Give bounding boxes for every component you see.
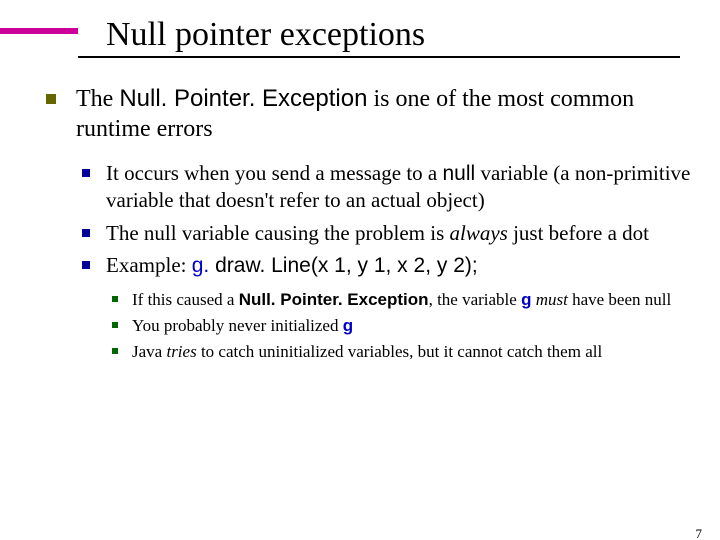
text: just before a dot: [508, 221, 649, 245]
title-bar: Null pointer exceptions: [0, 14, 720, 54]
title-accent: [0, 28, 78, 40]
code-text: Null. Pointer. Exception: [119, 85, 367, 112]
text: The null variable causing the problem is: [106, 221, 450, 245]
list-item: You probably never initialized g: [106, 315, 692, 337]
bullet-list-lvl3: If this caused a Null. Pointer. Exceptio…: [106, 289, 692, 363]
accent-bar: [0, 28, 78, 34]
list-item: Example: g. draw. Line(x 1, y 1, x 2, y …: [76, 252, 692, 364]
page-number: 7: [696, 526, 703, 540]
emphasis-text: always: [450, 221, 508, 245]
text: You probably never initialized: [132, 316, 343, 335]
list-item: It occurs when you send a message to a n…: [76, 160, 692, 214]
text: Example:: [106, 253, 192, 277]
title-underline: [78, 56, 680, 58]
text: Java: [132, 342, 166, 361]
code-text: null: [442, 162, 475, 185]
text: , the variable: [429, 290, 522, 309]
text: If this caused a: [132, 290, 239, 309]
text: It occurs when you send a message to a: [106, 161, 442, 185]
code-var: g: [343, 316, 353, 335]
emphasis-text: must: [531, 290, 567, 309]
code-var: g: [521, 290, 531, 309]
list-item: The Null. Pointer. Exception is one of t…: [38, 84, 692, 363]
code-call: draw. Line(x 1, y 1, x 2, y 2);: [215, 254, 478, 277]
bullet-list-lvl2: It occurs when you send a message to a n…: [76, 160, 692, 363]
list-item: If this caused a Null. Pointer. Exceptio…: [106, 289, 692, 311]
slide-title: Null pointer exceptions: [106, 16, 425, 54]
slide: Null pointer exceptions The Null. Pointe…: [0, 14, 720, 540]
bullet-list-lvl1: The Null. Pointer. Exception is one of t…: [38, 84, 692, 363]
emphasis-text: tries: [166, 342, 196, 361]
text: The: [76, 86, 119, 112]
list-item: The null variable causing the problem is…: [76, 220, 692, 246]
code-object: g.: [192, 254, 215, 277]
code-text: Null. Pointer. Exception: [239, 290, 429, 309]
text: to catch uninitialized variables, but it…: [197, 342, 603, 361]
list-item: Java tries to catch uninitialized variab…: [106, 341, 692, 363]
slide-body: The Null. Pointer. Exception is one of t…: [0, 84, 720, 363]
text: have been null: [568, 290, 671, 309]
